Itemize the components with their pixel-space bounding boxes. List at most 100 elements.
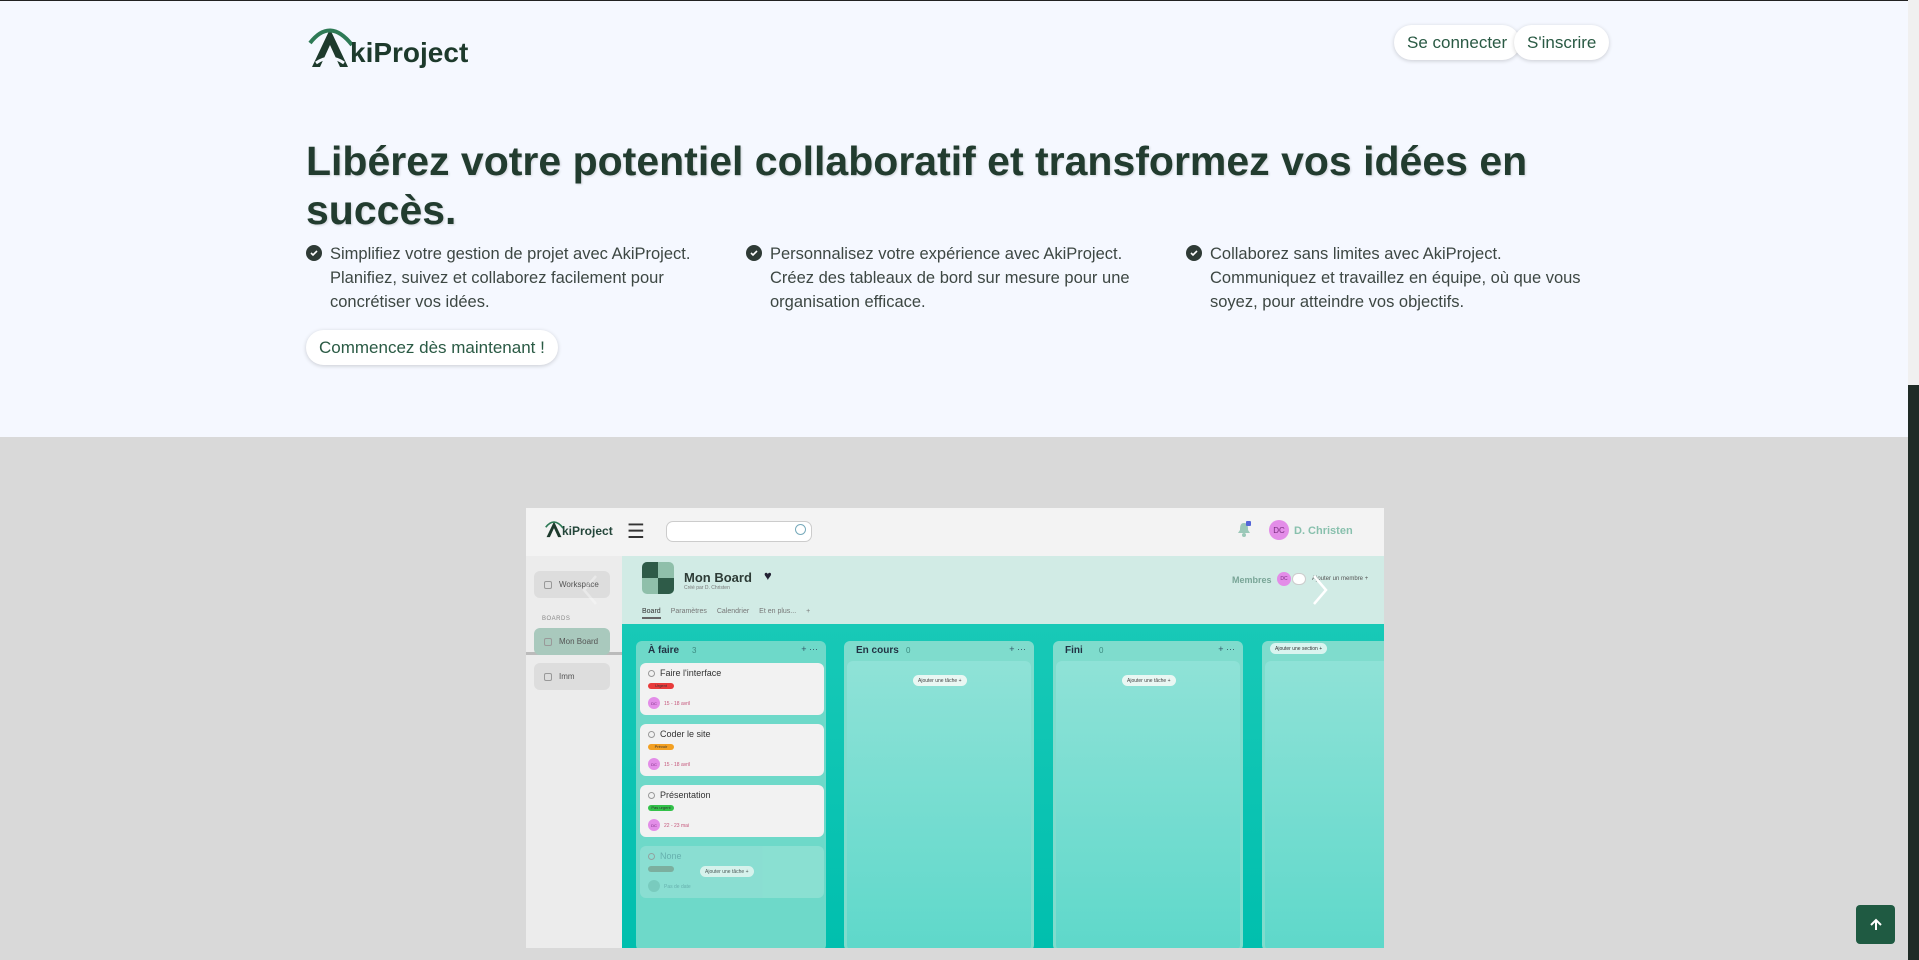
status-circle-icon — [648, 853, 655, 860]
column-actions-icon: + ··· — [1218, 644, 1235, 654]
preview-column-count: 3 — [692, 646, 697, 655]
preview-column — [1262, 641, 1384, 948]
preview-logo-text: kiProject — [562, 524, 613, 538]
page-scrollbar[interactable] — [1908, 0, 1919, 960]
check-circle-icon — [1186, 245, 1202, 261]
feature-item: Collaborez sans limites avec AkiProject.… — [1186, 242, 1606, 314]
preview-column: À faire 3 + ··· Faire l'interface Urgent… — [636, 641, 826, 948]
preview-boards-label: BOARDS — [542, 616, 571, 622]
preview-board-subtitle: Créé par D. Christen — [684, 585, 730, 591]
preview-tab-settings: Paramètres — [670, 608, 707, 615]
preview-member-avatar: DC — [1277, 572, 1291, 586]
preview-card-date: 15 - 18 avril — [664, 701, 691, 707]
logo-text: kiProject — [350, 37, 469, 68]
bell-icon — [1238, 521, 1251, 537]
preview-card-date: 15 - 18 avril — [664, 762, 691, 768]
preview-tab-board: Board — [642, 608, 661, 619]
hamburger-menu-icon: ☰ — [627, 521, 645, 543]
logo-a-icon — [545, 521, 564, 538]
get-started-button[interactable]: Commencez dès maintenant ! — [306, 330, 558, 365]
preview-tab-more: Et en plus... — [759, 608, 797, 615]
preview-board-title: Mon Board — [684, 570, 752, 585]
preview-tabs: Board Paramètres Calendrier Et en plus..… — [642, 608, 810, 619]
grid-icon — [544, 580, 552, 589]
plus-icon: + — [806, 608, 811, 615]
preview-card-avatar: DC — [648, 758, 660, 770]
preview-column-title: Fini — [1065, 645, 1083, 656]
preview-column-body — [1265, 661, 1384, 948]
preview-card-tag: Prévoir — [648, 744, 674, 750]
chevron-left-icon — [582, 575, 597, 605]
preview-board-item: Imm — [534, 663, 610, 690]
preview-card-name: None — [660, 851, 682, 861]
hero-title: Libérez votre potentiel collaboratif et … — [306, 138, 1528, 233]
logo-a-icon — [308, 28, 354, 67]
preview-logo: kiProject — [544, 519, 613, 538]
preview-board-label: Imm — [559, 672, 575, 681]
status-circle-icon — [648, 792, 655, 799]
preview-card-date: Pas de date — [664, 884, 691, 890]
preview-card: None Ajouter une tâche + Pas de date — [640, 846, 824, 898]
chevron-right-icon — [1313, 575, 1328, 605]
signup-button[interactable]: S'inscrire — [1514, 25, 1610, 60]
carousel-prev-button[interactable] — [576, 570, 606, 610]
status-circle-icon — [648, 670, 655, 677]
preview-column-title: À faire — [648, 645, 680, 656]
scrollbar-thumb[interactable] — [1908, 0, 1919, 385]
preview-column-count: 0 — [1099, 646, 1104, 655]
arrow-up-icon — [1869, 918, 1882, 930]
board-icon — [642, 562, 674, 594]
preview-card-name: Coder le site — [660, 729, 711, 739]
preview-avatar: DC — [1269, 520, 1289, 540]
scroll-to-top-button[interactable] — [1856, 905, 1895, 944]
column-actions-icon: + ··· — [1009, 644, 1026, 654]
login-button[interactable]: Se connecter — [1394, 25, 1521, 60]
preview-board-item: Mon Board — [534, 628, 610, 655]
preview-column: Fini 0 + ··· Ajouter une tâche + — [1053, 641, 1243, 948]
preview-add-section: Ajouter une section + — [1270, 643, 1328, 654]
preview-column: En cours 0 + ··· Ajouter une tâche + — [844, 641, 1034, 948]
preview-column-title: En cours — [856, 645, 899, 656]
preview-card: Faire l'interface Urgent DC 15 - 18 avri… — [640, 663, 824, 715]
user-icon — [544, 637, 552, 646]
feature-item: Personnalisez votre expérience avec AkiP… — [746, 242, 1166, 314]
preview-sidebar: Workspace BOARDS Mon Board Imm — [526, 556, 622, 948]
preview-user-name: D. Christen — [1294, 525, 1353, 537]
user-icon — [544, 672, 552, 681]
feature-text: Collaborez sans limites avec AkiProject.… — [1210, 245, 1581, 311]
feature-text: Personnalisez votre expérience avec AkiP… — [770, 245, 1130, 311]
preview-search-input — [666, 521, 812, 542]
preview-card-date: 22 - 23 mai — [664, 823, 690, 829]
check-circle-icon — [306, 245, 322, 261]
preview-column-body: Ajouter une tâche + — [1056, 661, 1240, 948]
hero-section: kiProject Se connecter S'inscrire Libére… — [0, 0, 1908, 437]
preview-card: Coder le site Prévoir DC 15 - 18 avril — [640, 724, 824, 776]
carousel-next-button[interactable] — [1304, 570, 1334, 610]
preview-card-avatar: DC — [648, 697, 660, 709]
status-circle-icon — [648, 731, 655, 738]
search-icon — [795, 524, 806, 535]
check-circle-icon — [746, 245, 762, 261]
feature-text: Simplifiez votre gestion de projet avec … — [330, 245, 691, 311]
preview-card: Présentation Pas urgent DC 22 - 23 mai — [640, 785, 824, 837]
screenshot-carousel[interactable]: kiProject ☰ DC D. Christen Workspace BOA… — [526, 508, 1384, 948]
preview-card-tag: Pas urgent — [648, 805, 674, 811]
preview-card-name: Présentation — [660, 790, 711, 800]
preview-card-tag: Urgent — [648, 683, 674, 689]
preview-board-label: Mon Board — [559, 637, 599, 646]
feature-item: Simplifiez votre gestion de projet avec … — [306, 242, 726, 314]
preview-board-header: Mon Board Créé par D. Christen ♥ Membres… — [622, 556, 1384, 624]
heart-icon: ♥ — [764, 568, 772, 583]
preview-topbar: kiProject ☰ DC D. Christen — [526, 508, 1384, 556]
column-actions-icon: + ··· — [801, 644, 818, 654]
preview-column-count: 0 — [906, 646, 911, 655]
preview-tab-calendar: Calendrier — [716, 608, 750, 615]
preview-card-avatar — [648, 880, 660, 892]
preview-card-name: Faire l'interface — [660, 668, 722, 678]
preview-card-avatar: DC — [648, 819, 660, 831]
preview-card-tag — [648, 866, 674, 872]
preview-add-task: Ajouter une tâche + — [913, 675, 967, 686]
brand-logo[interactable]: kiProject — [306, 19, 468, 69]
preview-column-body: Ajouter une tâche + — [847, 661, 1031, 948]
preview-members-label: Membres — [1232, 575, 1272, 585]
